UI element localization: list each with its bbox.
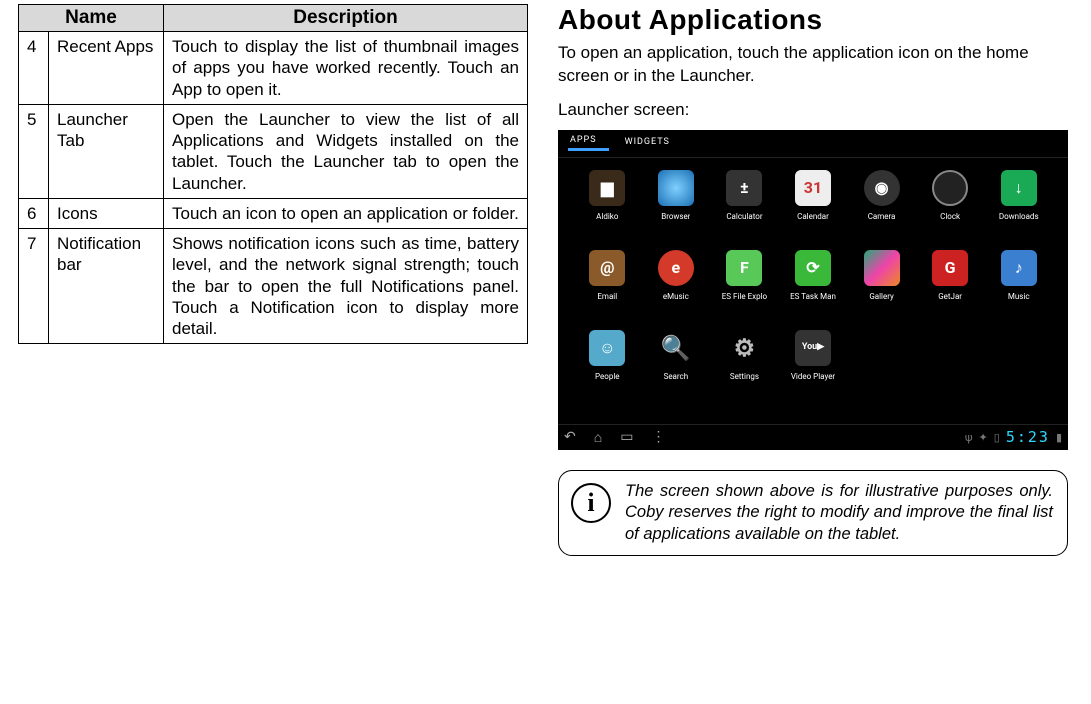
app-music[interactable]: ♪Music	[987, 250, 1050, 322]
app-downloads[interactable]: ↓Downloads	[987, 170, 1050, 242]
app-calendar[interactable]: 31Calendar	[782, 170, 845, 242]
app-people[interactable]: ☺People	[576, 330, 639, 402]
launcher-tabs: APPS WIDGETS	[558, 130, 1068, 158]
reference-table: Name Description 4 Recent Apps Touch to …	[18, 4, 528, 344]
clock-icon	[932, 170, 968, 206]
info-icon: i	[571, 483, 611, 523]
launcher-app-grid: ▆Aldiko Browser ±Calculator 31Calendar ◉…	[558, 158, 1068, 424]
app-aldiko[interactable]: ▆Aldiko	[576, 170, 639, 242]
usb-icon: ψ	[965, 431, 973, 444]
calendar-icon: 31	[795, 170, 831, 206]
app-calculator[interactable]: ±Calculator	[713, 170, 776, 242]
row-num: 7	[19, 229, 49, 344]
clock-time: 5:23	[1006, 428, 1050, 446]
menu-icon[interactable]: ⋮	[651, 429, 665, 445]
recent-icon[interactable]: ▭	[620, 429, 633, 445]
app-gallery[interactable]: Gallery	[850, 250, 913, 322]
table-row: 7 Notification bar Shows notification ic…	[19, 229, 528, 344]
table-row: 4 Recent Apps Touch to display the list …	[19, 32, 528, 105]
app-emusic[interactable]: eeMusic	[645, 250, 708, 322]
table-row: 5 Launcher Tab Open the Launcher to view…	[19, 104, 528, 198]
emusic-icon: e	[658, 250, 694, 286]
android-icon: ✦	[979, 431, 988, 444]
tab-widgets[interactable]: WIDGETS	[623, 137, 682, 150]
about-intro: To open an application, touch the applic…	[558, 42, 1068, 88]
status-icons[interactable]: ψ ✦ ▯ 5:23 ▮	[965, 428, 1062, 446]
app-browser[interactable]: Browser	[645, 170, 708, 242]
app-estask[interactable]: ⟳ES Task Man	[782, 250, 845, 322]
back-icon[interactable]: ↶	[564, 429, 576, 445]
row-num: 4	[19, 32, 49, 105]
calculator-icon: ±	[726, 170, 762, 206]
app-camera[interactable]: ◉Camera	[850, 170, 913, 242]
app-search[interactable]: 🔍Search	[645, 330, 708, 402]
app-videoplayer[interactable]: You▶Video Player	[782, 330, 845, 402]
callout-text: The screen shown above is for illustrati…	[625, 481, 1053, 545]
row-desc: Shows notification icons such as time, b…	[164, 229, 528, 344]
about-heading: About Applications	[558, 4, 1068, 36]
camera-icon: ◉	[864, 170, 900, 206]
reference-table-section: Name Description 4 Recent Apps Touch to …	[18, 4, 528, 686]
row-num: 6	[19, 198, 49, 228]
row-num: 5	[19, 104, 49, 198]
col-header-name: Name	[19, 5, 164, 32]
battery-icon: ▮	[1056, 431, 1062, 444]
app-esfile[interactable]: FES File Explo	[713, 250, 776, 322]
email-icon: @	[589, 250, 625, 286]
music-icon: ♪	[1001, 250, 1037, 286]
sd-icon: ▯	[994, 431, 1000, 444]
browser-icon	[658, 170, 694, 206]
col-header-description: Description	[164, 5, 528, 32]
search-icon: 🔍	[658, 330, 694, 366]
launcher-screenshot: APPS WIDGETS ▆Aldiko Browser ±Calculator…	[558, 130, 1068, 450]
row-desc: Touch to display the list of thumbnail i…	[164, 32, 528, 105]
row-desc: Open the Launcher to view the list of al…	[164, 104, 528, 198]
esfile-icon: F	[726, 250, 762, 286]
launcher-screen-label: Launcher screen:	[558, 100, 1068, 120]
row-name: Launcher Tab	[49, 104, 164, 198]
row-desc: Touch an icon to open an application or …	[164, 198, 528, 228]
estask-icon: ⟳	[795, 250, 831, 286]
row-name: Icons	[49, 198, 164, 228]
getjar-icon: G	[932, 250, 968, 286]
table-row: 6 Icons Touch an icon to open an applica…	[19, 198, 528, 228]
app-settings[interactable]: ⚙Settings	[713, 330, 776, 402]
about-applications-section: About Applications To open an applicatio…	[558, 4, 1068, 686]
app-clock[interactable]: Clock	[919, 170, 982, 242]
app-getjar[interactable]: GGetJar	[919, 250, 982, 322]
downloads-icon: ↓	[1001, 170, 1037, 206]
row-name: Notification bar	[49, 229, 164, 344]
tab-apps[interactable]: APPS	[568, 135, 609, 151]
videoplayer-icon: You▶	[795, 330, 831, 366]
people-icon: ☺	[589, 330, 625, 366]
row-name: Recent Apps	[49, 32, 164, 105]
info-callout: i The screen shown above is for illustra…	[558, 470, 1068, 556]
home-icon[interactable]: ⌂	[594, 429, 602, 446]
aldiko-icon: ▆	[589, 170, 625, 206]
gallery-icon	[864, 250, 900, 286]
app-email[interactable]: @Email	[576, 250, 639, 322]
settings-icon: ⚙	[726, 330, 762, 366]
android-navbar: ↶ ⌂ ▭ ⋮ ψ ✦ ▯ 5:23 ▮	[558, 424, 1068, 450]
